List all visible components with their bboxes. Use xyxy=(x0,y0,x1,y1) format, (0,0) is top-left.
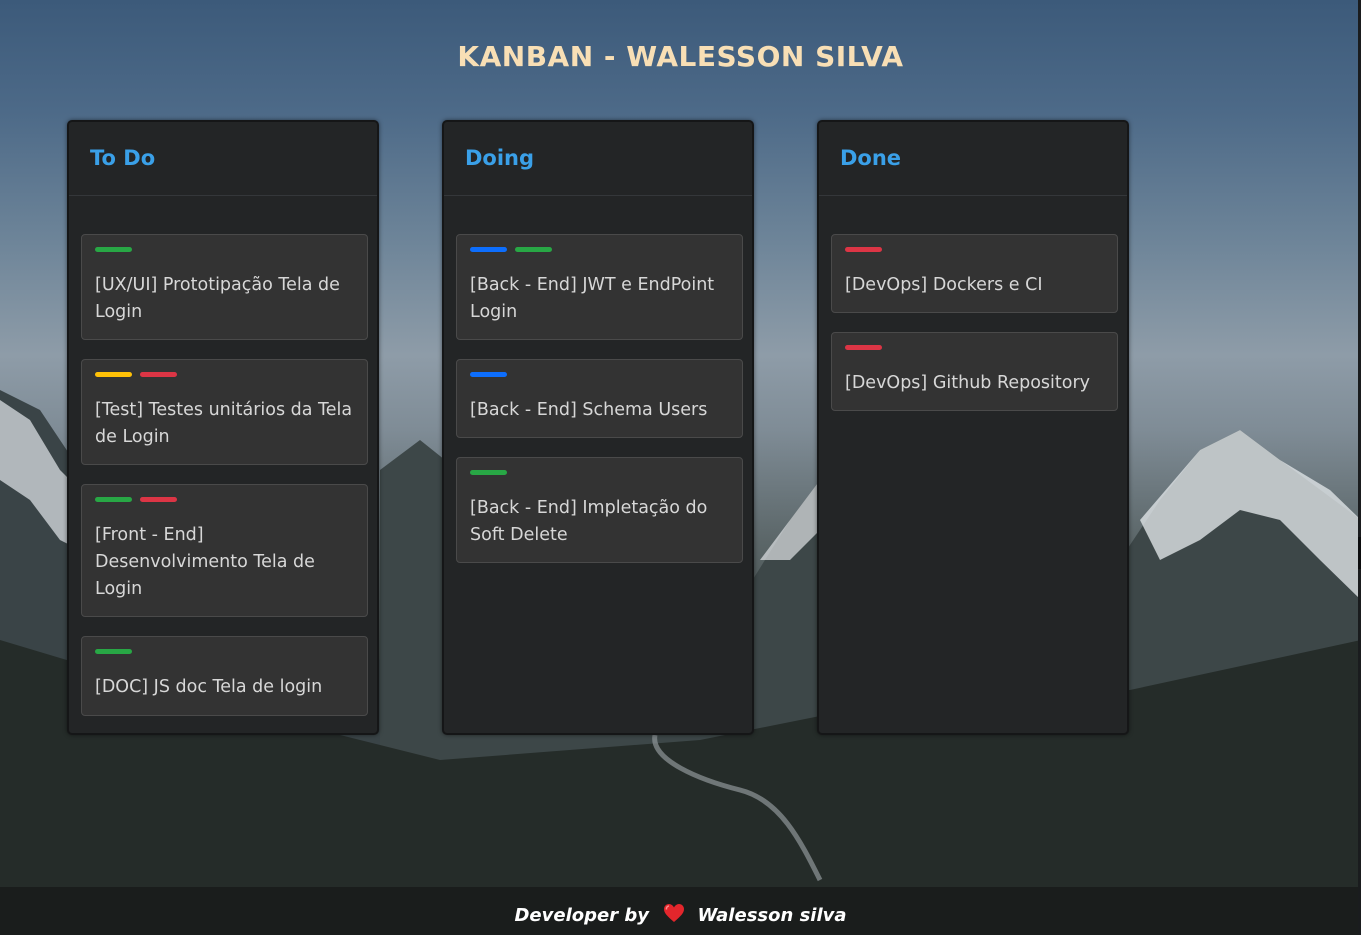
task-card[interactable]: [Back - End] Impletação do Soft Delete xyxy=(456,457,743,563)
column-title: Doing xyxy=(465,146,535,170)
task-card[interactable]: [Front - End] Desenvolvimento Tela de Lo… xyxy=(81,484,368,617)
column-title: To Do xyxy=(90,146,156,170)
card-text: [Back - End] Schema Users xyxy=(470,400,708,420)
column-doing: Doing [Back - End] JWT e EndPoint Login … xyxy=(442,120,754,735)
card-text: [DevOps] Dockers e CI xyxy=(845,275,1043,295)
tag-green xyxy=(95,649,132,654)
column-header: Doing xyxy=(444,122,752,196)
task-card[interactable]: [DOC] JS doc Tela de login xyxy=(81,636,368,716)
heart-icon xyxy=(663,903,685,928)
card-tags xyxy=(95,372,354,377)
card-tags xyxy=(845,247,1104,252)
tag-red xyxy=(845,247,882,252)
footer: Developer by Walesson silva xyxy=(0,887,1361,935)
tag-blue xyxy=(470,247,507,252)
card-text: [Front - End] Desenvolvimento Tela de Lo… xyxy=(95,525,315,599)
page-title: KANBAN - WALESSON SILVA xyxy=(457,40,904,73)
task-card[interactable]: [UX/UI] Prototipação Tela de Login xyxy=(81,234,368,340)
card-text: [DevOps] Github Repository xyxy=(845,373,1091,393)
tag-red xyxy=(140,497,177,502)
card-tags xyxy=(95,247,354,252)
tag-green xyxy=(515,247,552,252)
task-card[interactable]: [DevOps] Dockers e CI xyxy=(831,234,1118,313)
footer-prefix: Developer by xyxy=(514,905,649,926)
task-card[interactable]: [Test] Testes unitários da Tela de Login xyxy=(81,359,368,465)
task-card[interactable]: [Back - End] Schema Users xyxy=(456,359,743,438)
tag-green xyxy=(95,497,132,502)
column-title: Done xyxy=(840,146,902,170)
card-tags xyxy=(470,470,729,475)
footer-author: Walesson silva xyxy=(697,905,847,926)
tag-blue xyxy=(470,372,507,377)
tag-yellow xyxy=(95,372,132,377)
card-text: [Back - End] Impletação do Soft Delete xyxy=(470,498,708,545)
card-tags xyxy=(95,649,354,654)
task-card[interactable]: [DevOps] Github Repository xyxy=(831,332,1118,411)
tag-red xyxy=(140,372,177,377)
tag-green xyxy=(470,470,507,475)
tag-red xyxy=(845,345,882,350)
card-tags xyxy=(470,247,729,252)
card-tags xyxy=(470,372,729,377)
card-text: [DOC] JS doc Tela de login xyxy=(95,677,323,697)
card-tags xyxy=(95,497,354,502)
card-text: [UX/UI] Prototipação Tela de Login xyxy=(95,275,340,322)
tag-green xyxy=(95,247,132,252)
card-text: [Test] Testes unitários da Tela de Login xyxy=(95,400,353,447)
card-tags xyxy=(845,345,1104,350)
column-done: Done [DevOps] Dockers e CI [DevOps] Gith… xyxy=(817,120,1129,735)
column-to-do: To Do [UX/UI] Prototipação Tela de Login… xyxy=(67,120,379,735)
task-card[interactable]: [Back - End] JWT e EndPoint Login xyxy=(456,234,743,340)
column-header: To Do xyxy=(69,122,377,196)
card-text: [Back - End] JWT e EndPoint Login xyxy=(470,275,715,322)
column-header: Done xyxy=(819,122,1127,196)
